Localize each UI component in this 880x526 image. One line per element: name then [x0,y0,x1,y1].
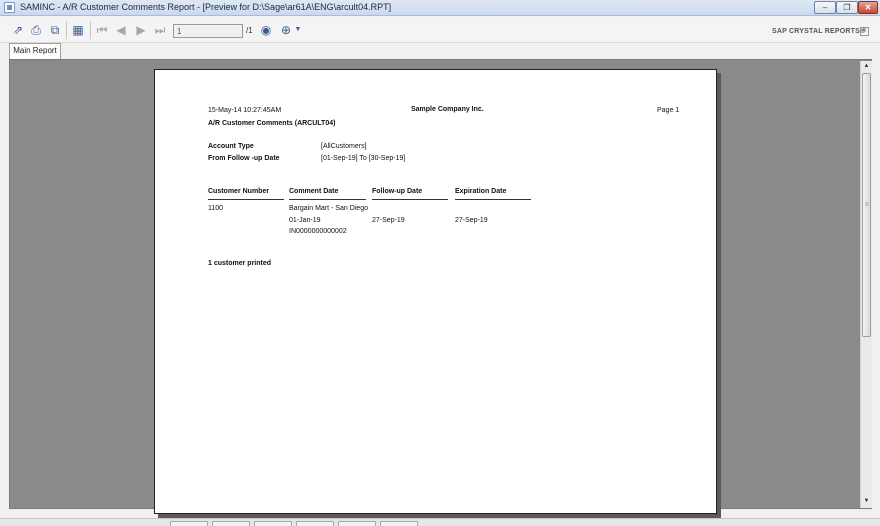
column-underline [455,199,531,200]
title-bar: SAMINC - A/R Customer Comments Report - … [0,0,880,16]
page-total: /1 [246,26,253,35]
page-number-input[interactable] [173,24,243,38]
copy-icon[interactable]: ⧉ [47,22,63,38]
previous-page-icon[interactable]: ◀ [113,22,129,38]
app-icon [4,2,15,13]
grip-icon: ≡ [865,202,869,208]
preview-area: 15-May-14 10:27:45AM Sample Company Inc.… [9,59,872,514]
report-datetime: 15-May-14 10:27:45AM [208,107,282,114]
app-window: SAMINC - A/R Customer Comments Report - … [0,0,880,526]
report-title: A/R Customer Comments (ARCULT04) [208,120,336,127]
next-page-icon[interactable]: ▶ [133,22,149,38]
export-icon[interactable]: ⇗ [10,22,26,38]
status-segment [170,521,208,526]
status-segment [254,521,292,526]
window-title: SAMINC - A/R Customer Comments Report - … [20,2,392,12]
status-segment [212,521,250,526]
customer-name: Bargain Mart - San Diego [289,205,368,212]
company-name: Sample Company Inc. [411,106,484,113]
find-icon[interactable]: ◉ [258,22,274,38]
vertical-scrollbar[interactable]: ▲ ≡ ▼ [860,61,872,508]
scrollbar-thumb[interactable]: ≡ [862,73,871,337]
column-underline [372,199,448,200]
first-page-icon[interactable]: ⏮ [94,22,110,38]
status-bar [0,518,880,526]
comment-text: IN0000000000002 [289,228,347,235]
column-underline [208,199,284,200]
param-value-followup-date: [01-Sep-19] To [30-Sep-19] [321,155,406,162]
column-header-comment-date: Comment Date [289,188,339,195]
param-label-followup-date: From Follow -up Date [208,155,280,162]
scroll-down-icon[interactable]: ▼ [861,496,872,507]
status-segment [338,521,376,526]
column-header-expiration-date: Expiration Date [455,188,507,195]
report-page: 15-May-14 10:27:45AM Sample Company Inc.… [154,69,717,514]
report-footer: 1 customer printed [208,260,272,267]
page-number: Page 1 [657,107,680,114]
group-tree-icon[interactable]: ▦ [70,22,86,38]
minimize-button[interactable]: – [814,1,836,14]
brand-label: SAP CRYSTAL REPORTS® [772,28,866,35]
expiration-date: 27-Sep-19 [455,217,488,224]
followup-date: 27-Sep-19 [372,217,405,224]
param-label-account-type: Account Type [208,143,254,150]
toolbar-separator [90,21,91,39]
last-page-icon[interactable]: ⏭ [152,22,168,38]
customer-number: 1100 [208,205,224,212]
maximize-button[interactable]: ❐ [836,1,858,14]
zoom-dropdown-icon[interactable]: ▼ [290,22,306,38]
column-header-customer-number: Customer Number [208,188,270,195]
column-header-followup-date: Follow-up Date [372,188,423,195]
status-segment [380,521,418,526]
close-button[interactable]: ✕ [858,1,878,14]
toolbar: ⇗ ⎙ ⧉ ▦ ⏮ ◀ ▶ ⏭ /1 ◉ ⊕ ▼ SAP CRYSTAL REP… [0,17,880,43]
comment-date: 01-Jan-19 [289,217,321,224]
status-segment [296,521,334,526]
scroll-up-icon[interactable]: ▲ [861,61,872,72]
print-icon[interactable]: ⎙ [28,22,44,38]
param-value-account-type: [AllCustomers] [321,143,367,150]
column-underline [289,199,366,200]
close-tab-icon[interactable]: ✕ [860,27,869,36]
toolbar-separator [66,21,67,39]
tab-main-report[interactable]: Main Report [9,43,61,59]
tab-strip: Main Report [0,43,880,59]
